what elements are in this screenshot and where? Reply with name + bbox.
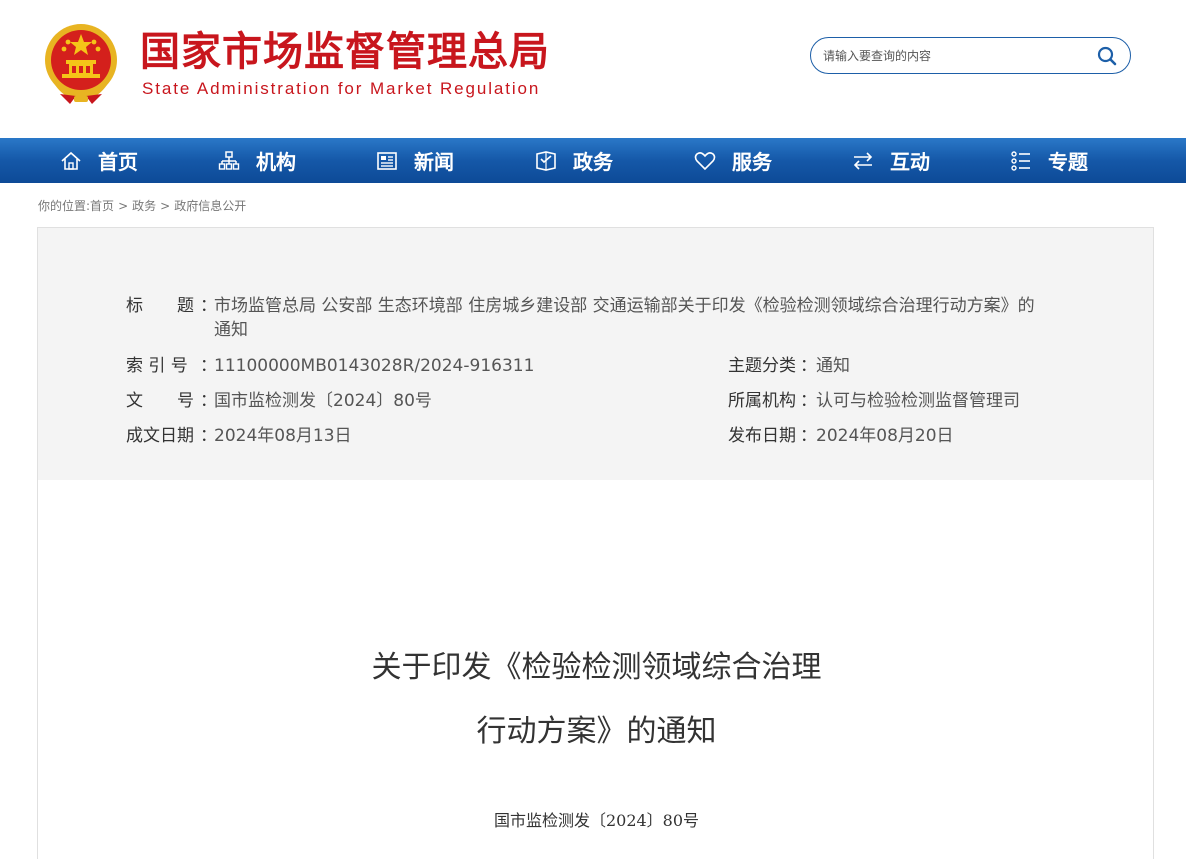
meta-title-value: 市场监管总局 公安部 生态环境部 住房城乡建设部 交通运输部关于印发《检验检测领… (214, 294, 1084, 342)
meta-index-row: 索 引 号 ： 11100000MB0143028R/2024-916311 (126, 354, 706, 378)
meta-org-label: 所属机构 (728, 391, 796, 411)
government-affairs-icon (536, 150, 556, 171)
national-emblem-icon[interactable] (40, 20, 122, 106)
meta-org-row: 所属机构 ： 认可与检验检测监督管理司 (728, 389, 1128, 413)
site-title[interactable]: 国家市场监督管理总局 (140, 28, 550, 76)
nav-label: 新闻 (414, 150, 454, 174)
meta-published-value: 2024年08月20日 (816, 426, 954, 446)
meta-doc-value: 国市监检测发〔2024〕80号 (214, 391, 432, 411)
nav-item-affairs[interactable]: 政务 (535, 138, 613, 183)
news-icon (377, 151, 397, 170)
meta-created-row: 成文日期 ： 2024年08月13日 (126, 424, 706, 448)
nav-item-home[interactable]: 首页 (60, 138, 138, 183)
breadcrumb-prefix: 你的位置: (38, 199, 91, 213)
topic-list-icon (1011, 150, 1030, 171)
search-input[interactable] (823, 46, 1083, 66)
meta-colon: ： (800, 356, 817, 376)
nav-label: 互动 (890, 150, 930, 174)
breadcrumb-separator: > (160, 199, 171, 213)
meta-title-line2: 通知 (214, 320, 248, 340)
heart-icon (694, 151, 716, 170)
nav-item-org[interactable]: 机构 (218, 138, 296, 183)
exchange-arrows-icon (853, 151, 873, 170)
meta-title-label: 标 题 (126, 296, 194, 316)
nav-label: 政务 (573, 150, 613, 174)
nav-item-interact[interactable]: 互动 (852, 138, 930, 183)
meta-index-label: 索 引 号 (126, 356, 188, 376)
meta-published-label: 发布日期 (728, 426, 796, 446)
nav-label: 专题 (1048, 150, 1088, 174)
breadcrumb-separator: > (118, 199, 129, 213)
nav-item-topics[interactable]: 专题 (1010, 138, 1088, 183)
article-title-line2: 行动方案》的通知 (476, 714, 717, 749)
search-box (810, 37, 1131, 74)
meta-topic-row: 主题分类 ： 通知 (728, 354, 1128, 378)
main-nav: 首页 机构 新闻 政务 服务 互动 专题 (0, 138, 1186, 183)
article-title-line1: 关于印发《检验检测领域综合治理 (371, 650, 822, 685)
nav-label: 机构 (256, 150, 296, 174)
meta-org-value: 认可与检验检测监督管理司 (816, 391, 1020, 411)
breadcrumb-affairs-link[interactable]: 政务 (132, 199, 156, 213)
nav-label: 服务 (732, 150, 772, 174)
article-body: 关于印发《检验检测领域综合治理 行动方案》的通知 国市监检测发〔2024〕80号 (37, 480, 1154, 859)
nav-item-news[interactable]: 新闻 (376, 138, 454, 183)
document-meta-panel: 标 题 ： 市场监管总局 公安部 生态环境部 住房城乡建设部 交通运输部关于印发… (37, 227, 1154, 481)
meta-doc-label: 文 号 (126, 391, 194, 411)
nav-item-service[interactable]: 服务 (694, 138, 772, 183)
home-icon (61, 151, 81, 170)
nav-label: 首页 (98, 150, 138, 174)
breadcrumb: 你的位置:首页 > 政务 > 政府信息公开 (38, 197, 246, 215)
site-header: 国家市场监督管理总局 State Administration for Mark… (0, 0, 1186, 138)
breadcrumb-home-link[interactable]: 首页 (90, 199, 114, 213)
meta-colon: ： (800, 391, 817, 411)
meta-title-line1: 市场监管总局 公安部 生态环境部 住房城乡建设部 交通运输部关于印发《检验检测领… (214, 296, 1035, 316)
search-icon[interactable] (1096, 45, 1118, 67)
meta-index-value: 11100000MB0143028R/2024-916311 (214, 356, 535, 376)
meta-created-value: 2024年08月13日 (214, 426, 352, 446)
org-chart-icon (218, 150, 240, 170)
meta-colon: ： (800, 426, 817, 446)
meta-created-label: 成文日期 (126, 426, 194, 446)
meta-title-row: 标 题 ： 市场监管总局 公安部 生态环境部 住房城乡建设部 交通运输部关于印发… (126, 294, 1086, 344)
meta-published-row: 发布日期 ： 2024年08月20日 (728, 424, 1128, 448)
site-subtitle: State Administration for Market Regulati… (142, 79, 541, 98)
meta-topic-label: 主题分类 (728, 356, 796, 376)
meta-topic-value: 通知 (816, 356, 850, 376)
article-doc-number: 国市监检测发〔2024〕80号 (493, 811, 700, 830)
meta-doc-row: 文 号 ： 国市监检测发〔2024〕80号 (126, 389, 706, 413)
breadcrumb-gov-info-link[interactable]: 政府信息公开 (174, 199, 246, 213)
